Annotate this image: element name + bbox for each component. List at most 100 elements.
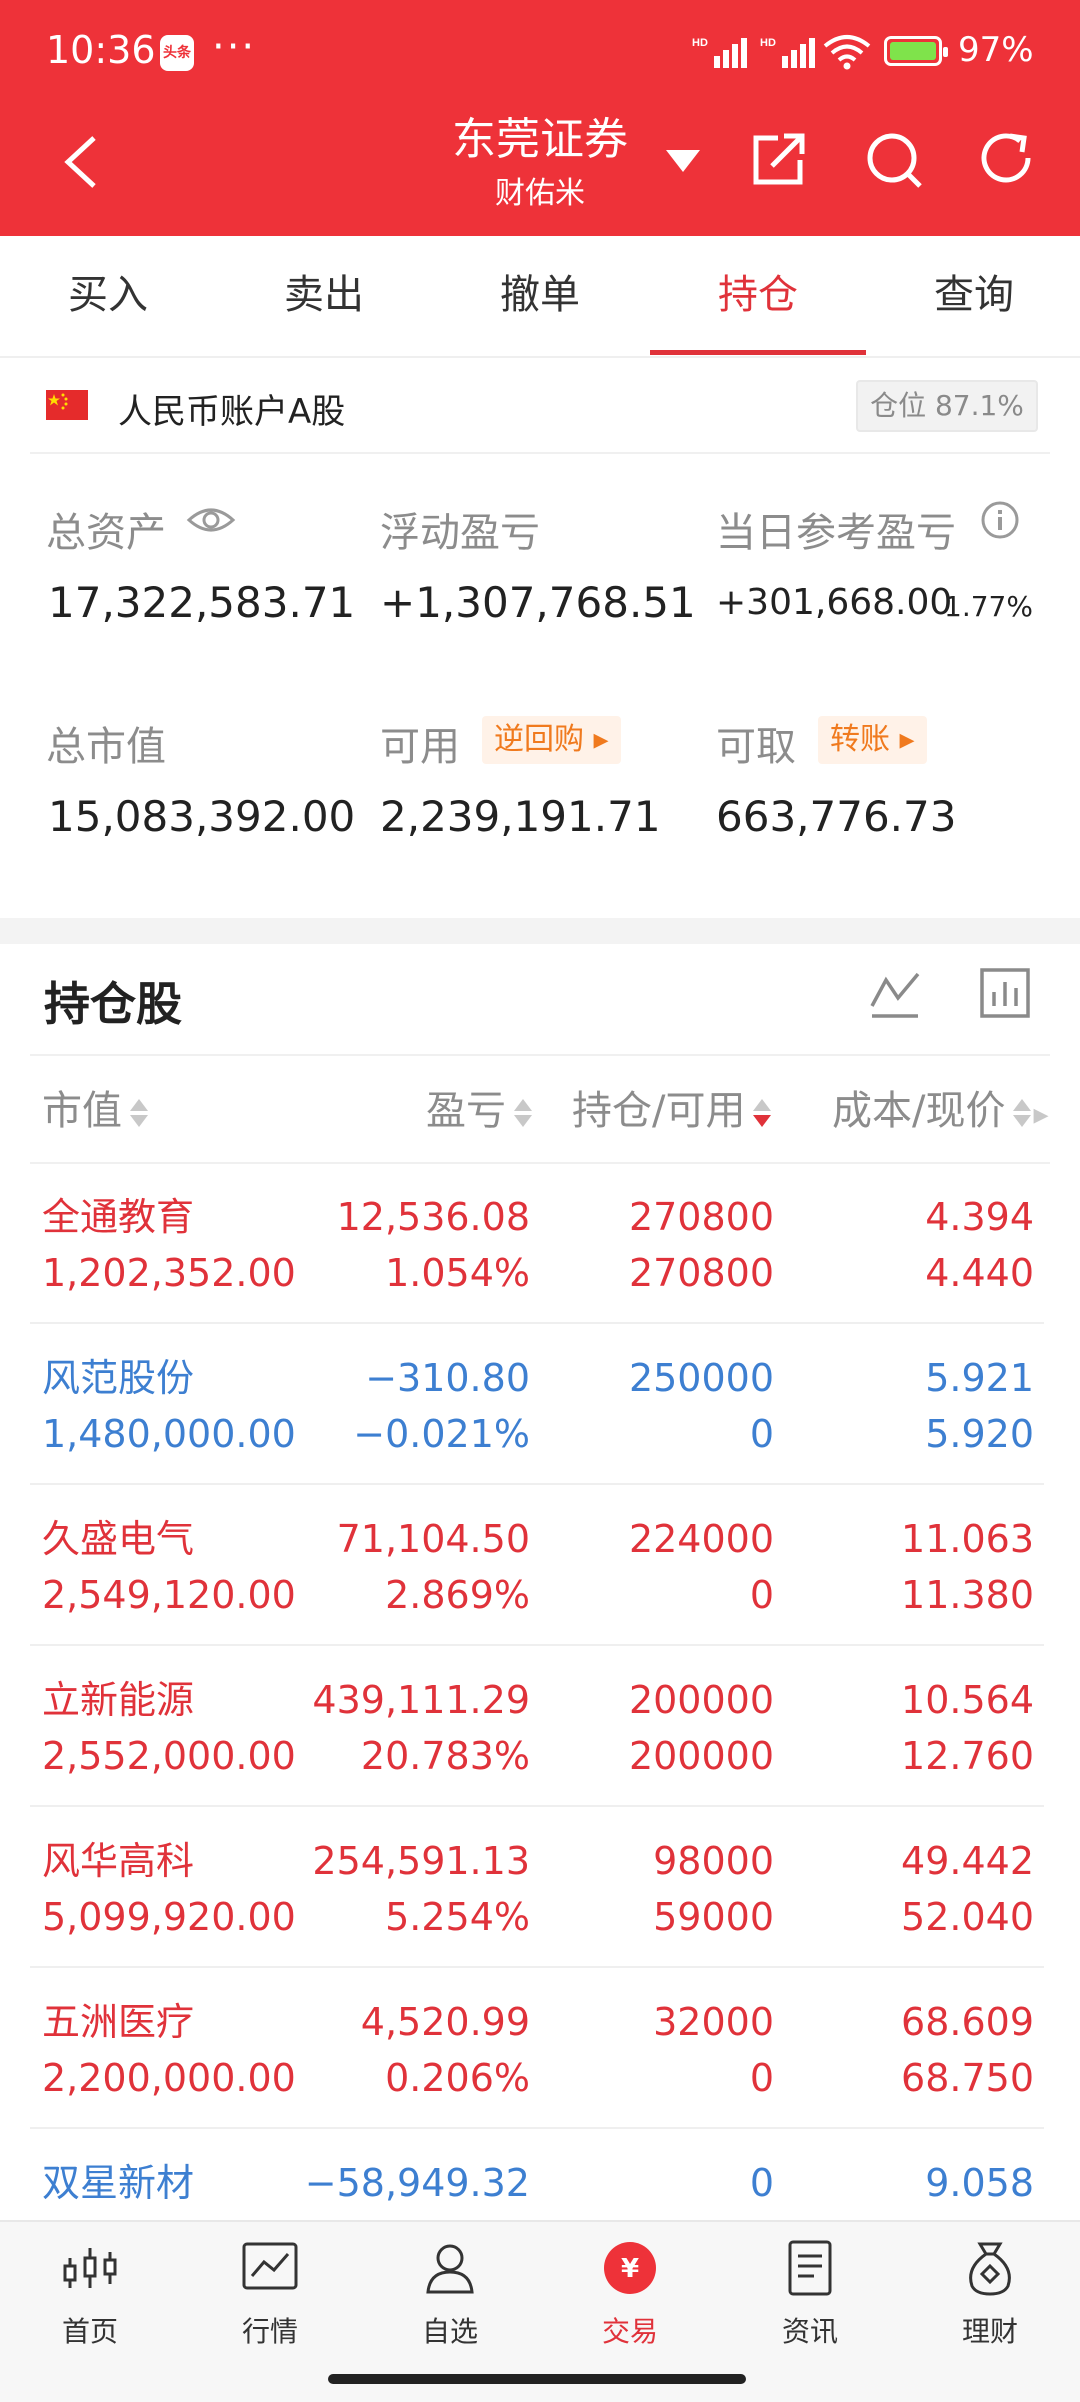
- transfer-label: 转账: [830, 722, 890, 757]
- more-notifications-icon: ···: [212, 24, 257, 70]
- col-profit-loss[interactable]: 盈亏: [426, 1078, 534, 1136]
- section-separator: [0, 918, 1080, 944]
- nav-wealth[interactable]: 理财: [900, 2238, 1080, 2350]
- back-arrow-icon[interactable]: [58, 132, 102, 192]
- holding-pl-pct: 1.054%: [385, 1251, 530, 1295]
- holding-row[interactable]: 久盛电气 2,549,120.00 71,104.50 2.869% 224000 0 11…: [0, 1486, 1080, 1646]
- daily-pl-percent: 1.77%: [944, 590, 1033, 623]
- broker-title[interactable]: 东莞证券: [440, 112, 640, 168]
- col-cost-price[interactable]: 成本/现价 ▸: [832, 1078, 1049, 1136]
- account-dropdown-icon[interactable]: [666, 150, 700, 172]
- holding-pl: 4,520.99: [360, 2000, 530, 2044]
- eye-icon[interactable]: [186, 500, 236, 540]
- line-chart-icon[interactable]: [868, 966, 922, 1020]
- tab-sell[interactable]: 卖出: [216, 236, 432, 356]
- account-type-label: 人民币账户A股: [118, 392, 346, 432]
- total-assets-label: 总资产: [46, 510, 166, 556]
- nav-market[interactable]: 行情: [180, 2238, 360, 2350]
- tab-holdings[interactable]: 持仓: [650, 236, 866, 356]
- holding-holding: 250000: [628, 1356, 774, 1400]
- holding-name: 风华高科: [42, 1839, 195, 1883]
- tab-cancel-order[interactable]: 撤单: [432, 236, 648, 356]
- holding-row[interactable]: 五洲医疗 2,200,000.00 4,520.99 0.206% 32000 0 68.6…: [0, 1969, 1080, 2129]
- holding-pl-pct: 5.254%: [385, 1895, 530, 1939]
- total-assets-value: 17,322,583.71: [48, 578, 356, 627]
- holding-row[interactable]: 风华高科 5,099,920.00 254,591.13 5.254% 98000 590…: [0, 1808, 1080, 1968]
- divider: [30, 1054, 1050, 1056]
- info-icon[interactable]: [980, 500, 1020, 540]
- signal-icon-2: HD: [760, 37, 815, 68]
- holding-price: 11.380: [901, 1573, 1034, 1617]
- col-holding-available[interactable]: 持仓/可用: [572, 1078, 773, 1136]
- holding-name: 久盛电气: [42, 1517, 195, 1561]
- row-divider: [30, 1483, 1044, 1485]
- divider: [30, 452, 1050, 454]
- holding-row[interactable]: 立新能源 2,552,000.00 439,111.29 20.783% 200000 2…: [0, 1647, 1080, 1807]
- holding-cost: 10.564: [901, 1678, 1034, 1722]
- nav-market-label: 行情: [241, 2315, 298, 2348]
- tab-buy[interactable]: 买入: [0, 236, 216, 356]
- position-ratio-badge: 仓位 87.1%: [856, 380, 1038, 432]
- document-icon: [788, 2240, 832, 2296]
- market-value-label: 总市值: [46, 724, 166, 770]
- market-value-value: 15,083,392.00: [48, 792, 356, 841]
- holding-cost: 49.442: [901, 1839, 1034, 1883]
- tab-query[interactable]: 查询: [866, 236, 1080, 356]
- sort-icon: [512, 1095, 534, 1131]
- holding-pl: −310.80: [365, 1356, 530, 1400]
- row-divider: [30, 1805, 1044, 1807]
- refresh-icon[interactable]: [976, 128, 1038, 190]
- candlestick-icon: [63, 2248, 117, 2288]
- nav-wealth-label: 理财: [961, 2315, 1018, 2348]
- nav-trade[interactable]: ¥ 交易: [540, 2238, 720, 2350]
- available-value: 2,239,191.71: [380, 792, 661, 841]
- bar-chart-icon[interactable]: [978, 966, 1032, 1020]
- nav-news[interactable]: 资讯: [720, 2238, 900, 2350]
- nav-watchlist-label: 自选: [421, 2315, 478, 2348]
- nav-watchlist[interactable]: 自选: [360, 2238, 540, 2350]
- user-icon: [426, 2244, 474, 2294]
- share-icon[interactable]: [748, 128, 810, 190]
- reverse-repo-button[interactable]: 逆回购 ▸: [482, 716, 621, 764]
- china-flag-icon: [46, 390, 88, 420]
- wifi-icon: [823, 35, 871, 70]
- holding-market-value: 5,099,920.00: [42, 1895, 296, 1939]
- holding-row[interactable]: 全通教育 1,202,352.00 12,536.08 1.054% 270800 270…: [0, 1164, 1080, 1324]
- col-profit-loss-label: 盈亏: [426, 1088, 506, 1134]
- holding-market-value: 1,480,000.00: [42, 1412, 296, 1456]
- nav-home[interactable]: 首页: [0, 2238, 180, 2350]
- holding-available: 0: [749, 2056, 774, 2100]
- nav-trade-label: 交易: [601, 2315, 658, 2348]
- holding-pl: 254,591.13: [312, 1839, 530, 1883]
- holding-name: 双星新材: [42, 2161, 195, 2205]
- scroll-right-icon[interactable]: ▸: [1033, 1097, 1048, 1132]
- holding-row[interactable]: 风范股份 1,480,000.00 −310.80 −0.021% 250000 0 5.9…: [0, 1325, 1080, 1485]
- col-holding-available-label: 持仓/可用: [572, 1088, 746, 1134]
- available-label: 可用: [380, 724, 460, 770]
- holding-pl-pct: 2.869%: [385, 1573, 530, 1617]
- trade-tabs: 买入 卖出 撤单 持仓 查询: [0, 236, 1080, 358]
- holding-pl: 439,111.29: [312, 1678, 530, 1722]
- holding-available: 200000: [628, 1734, 774, 1778]
- holding-holding: 224000: [628, 1517, 774, 1561]
- transfer-button[interactable]: 转账 ▸: [818, 716, 927, 764]
- holding-market-value: 1,202,352.00: [42, 1251, 296, 1295]
- status-time: 10:36: [46, 28, 156, 72]
- holding-market-value: 2,200,000.00: [42, 2056, 296, 2100]
- daily-pl-label: 当日参考盈亏: [716, 510, 956, 556]
- holding-cost: 4.394: [925, 1195, 1034, 1239]
- holding-market-value: 2,552,000.00: [42, 1734, 296, 1778]
- holdings-title: 持仓股: [44, 977, 182, 1031]
- holding-pl-pct: 0.206%: [385, 2056, 530, 2100]
- holding-pl-pct: 20.783%: [360, 1734, 530, 1778]
- search-icon[interactable]: [862, 128, 924, 190]
- holding-pl: 71,104.50: [336, 1517, 530, 1561]
- holding-holding: 32000: [653, 2000, 774, 2044]
- col-market-value[interactable]: 市值: [42, 1078, 150, 1136]
- moneybag-icon: [969, 2242, 1011, 2296]
- account-subtitle: 财佑米: [495, 176, 585, 211]
- row-divider: [30, 1644, 1044, 1646]
- holding-cost: 9.058: [925, 2161, 1034, 2205]
- hd-label: HD: [692, 37, 708, 49]
- holding-cost: 11.063: [901, 1517, 1034, 1561]
